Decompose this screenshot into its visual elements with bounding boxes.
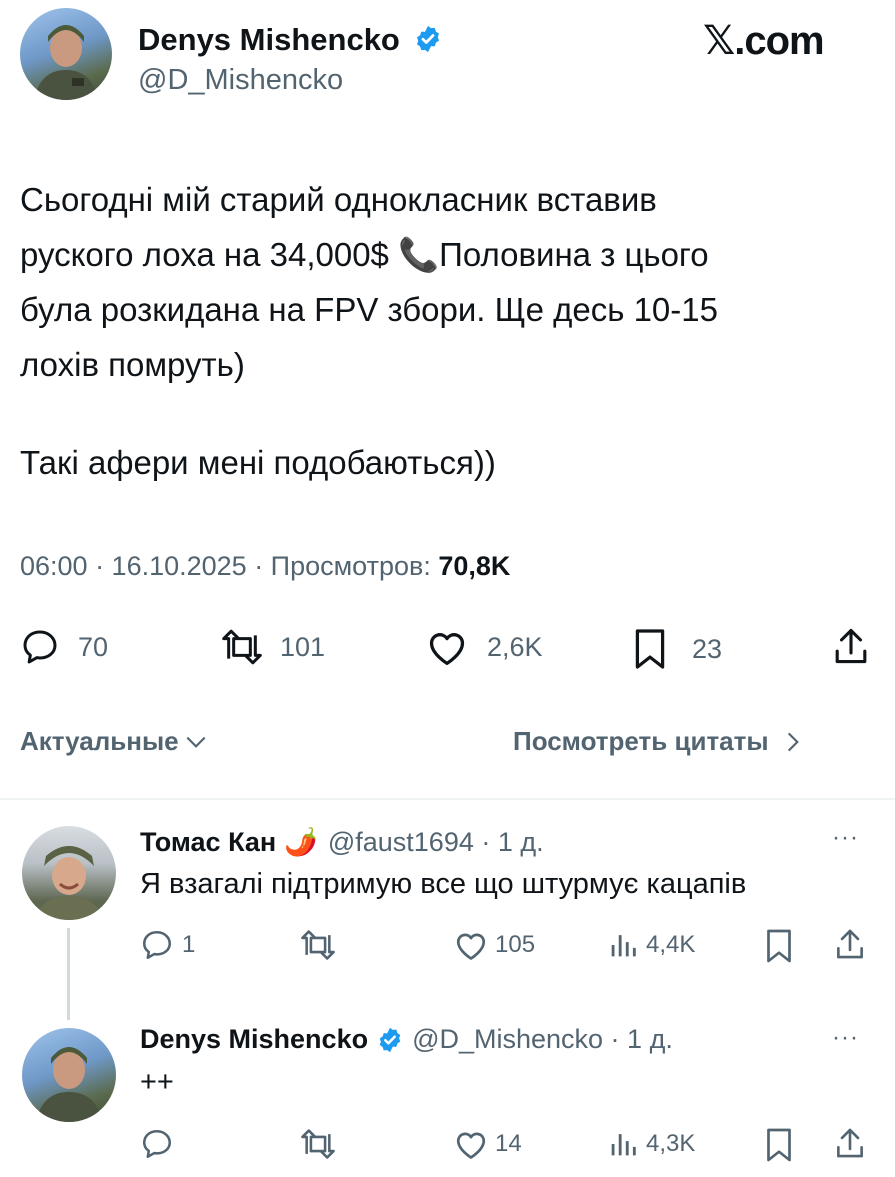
x-logo: 𝕏.com <box>703 19 825 63</box>
bookmark-count: 23 <box>692 633 723 664</box>
views-count: 4,4K <box>646 931 696 958</box>
reply-avatar[interactable] <box>22 1028 116 1122</box>
bookmark-button[interactable]: 23 <box>632 627 722 671</box>
bookmark-icon <box>767 1128 791 1162</box>
retweet-button[interactable]: 101 <box>218 627 325 667</box>
tweet-text-line: була розкидана на FPV збори. Ще десь 10-… <box>20 291 718 328</box>
reply-avatar[interactable] <box>22 826 116 920</box>
bookmark-button[interactable] <box>764 1127 794 1163</box>
more-options-icon[interactable]: ··· <box>832 1024 859 1052</box>
tweet-timestamp[interactable]: 06:00 · 16.10.2025 · Просмотров: <box>20 551 438 581</box>
more-options-icon[interactable]: ··· <box>832 824 859 852</box>
like-button[interactable]: 2,6K <box>425 627 543 667</box>
reply-icon <box>142 1129 172 1159</box>
verified-badge-icon <box>416 25 439 52</box>
views-chart-icon <box>611 1134 636 1156</box>
retweet-button[interactable] <box>298 928 338 962</box>
reply-author-name[interactable]: Denys Mishencko <box>140 1024 368 1055</box>
retweet-icon <box>222 629 262 665</box>
views-button[interactable]: 4,4K <box>606 928 695 962</box>
share-button[interactable] <box>834 926 866 962</box>
divider <box>0 798 895 800</box>
like-count: 2,6K <box>487 631 543 662</box>
heart-icon <box>429 633 465 665</box>
avatar-image <box>34 846 104 920</box>
share-icon <box>835 628 867 664</box>
retweet-count: 101 <box>280 631 326 662</box>
author-name[interactable]: Denys Mishencko <box>138 22 400 57</box>
views-count: 4,3K <box>646 1130 696 1157</box>
bookmark-icon <box>635 629 665 669</box>
reply-count: 1 <box>182 931 196 958</box>
author-handle[interactable]: @D_Mishencko <box>138 64 343 97</box>
reply-icon <box>142 930 172 960</box>
thread-line <box>67 928 70 1020</box>
view-quotes-link[interactable]: Посмотреть цитаты <box>513 726 803 757</box>
share-button[interactable] <box>834 1125 866 1161</box>
reply-icon <box>23 630 57 664</box>
view-quotes-label: Посмотреть цитаты <box>513 726 769 756</box>
retweet-button[interactable] <box>298 1127 338 1161</box>
tweet-text-line: Сьогодні мій старий однокласник вставив <box>20 181 657 218</box>
view-count: 70,8K <box>438 551 511 581</box>
reply-button[interactable]: 1 <box>140 928 195 962</box>
tweet-text-second-paragraph: Такі афери мені подобаються)) <box>20 444 496 481</box>
reply-handle-time[interactable]: @D_Mishencko · 1 д. <box>412 1024 673 1055</box>
reply-text: Я взагалі підтримую все що штурмує кацап… <box>140 868 747 900</box>
chili-emoji: 🌶️ <box>284 827 318 857</box>
chevron-right-icon <box>787 732 799 751</box>
share-icon <box>837 1128 863 1158</box>
chevron-down-icon <box>186 736 206 748</box>
retweet-icon <box>301 1129 335 1159</box>
tweet-text-line: руского лоха на 34,000$ 📞Половина з цьог… <box>20 236 709 273</box>
bookmark-icon <box>767 929 791 963</box>
views-chart-icon <box>611 935 636 957</box>
reply-button[interactable] <box>140 1127 174 1161</box>
bookmark-button[interactable] <box>764 928 794 964</box>
like-button[interactable]: 14 <box>453 1127 522 1161</box>
share-icon <box>837 929 863 959</box>
views-button[interactable]: 4,3K <box>606 1127 695 1161</box>
like-count: 14 <box>495 1130 522 1157</box>
reply-text: ++ <box>140 1066 174 1098</box>
sort-label: Актуальные <box>20 726 179 756</box>
avatar-image <box>36 1047 102 1122</box>
reply-handle-time[interactable]: @faust1694 · 1 д. <box>328 827 544 858</box>
avatar-image <box>34 25 98 100</box>
sort-dropdown[interactable]: Актуальные <box>20 726 209 757</box>
reply-button[interactable]: 70 <box>20 627 108 667</box>
like-count: 105 <box>495 931 536 958</box>
reply-count: 70 <box>78 631 109 662</box>
tweet-text: Сьогодні мій старий однокласник вставив … <box>20 172 880 392</box>
retweet-icon <box>301 930 335 960</box>
heart-icon <box>456 1132 486 1159</box>
reply-author-name[interactable]: Томас Кан <box>140 827 276 858</box>
tweet-text-line: лохів помруть) <box>20 346 245 383</box>
verified-badge-icon <box>379 1027 401 1052</box>
share-button[interactable] <box>832 625 870 667</box>
like-button[interactable]: 105 <box>453 928 535 962</box>
heart-icon <box>456 933 486 960</box>
author-avatar[interactable] <box>20 8 112 100</box>
